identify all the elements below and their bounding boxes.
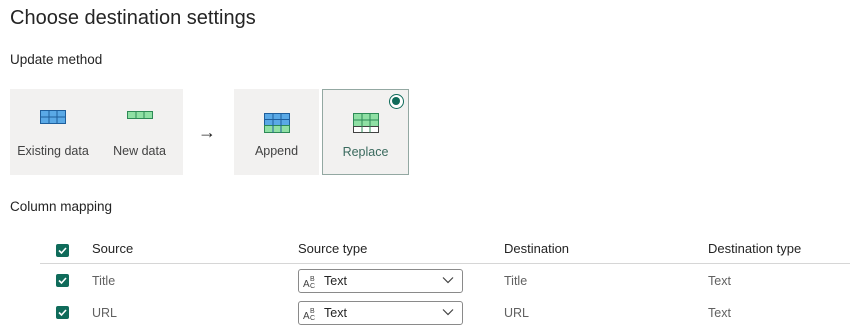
svg-text:B: B xyxy=(310,276,315,283)
replace-label: Replace xyxy=(342,145,389,159)
select-all-checkbox[interactable] xyxy=(56,244,69,257)
text-type-icon: A B C xyxy=(303,308,315,322)
replace-option[interactable]: Replace xyxy=(322,89,409,175)
table-row: URL A B C Text URL Text xyxy=(40,297,850,329)
source-type-select[interactable]: A B C Text xyxy=(298,301,463,325)
new-data-label: New data xyxy=(113,144,166,158)
row-checkbox[interactable] xyxy=(56,306,69,319)
header-source-type: Source type xyxy=(298,241,368,256)
existing-data-grid-icon xyxy=(40,110,66,124)
row-destination-type: Text xyxy=(708,306,731,320)
new-data-grid-icon xyxy=(126,111,153,119)
svg-text:A: A xyxy=(303,311,310,322)
source-type-select[interactable]: A B C Text xyxy=(298,269,463,293)
text-type-icon: A B C xyxy=(303,276,315,290)
row-destination: Title xyxy=(504,274,528,288)
chevron-down-icon xyxy=(442,309,454,316)
header-source: Source xyxy=(92,241,134,256)
table-header: Source Source type Destination Destinati… xyxy=(40,232,850,264)
append-option[interactable]: Append xyxy=(234,89,319,175)
svg-text:B: B xyxy=(310,308,315,315)
append-grid-icon xyxy=(263,113,290,133)
new-data-tile: New data xyxy=(96,89,183,175)
row-checkbox[interactable] xyxy=(56,274,69,287)
svg-text:C: C xyxy=(310,283,315,290)
source-type-value: Text xyxy=(324,306,347,320)
existing-data-tile: Existing data xyxy=(10,89,96,175)
append-label: Append xyxy=(254,144,299,158)
update-method-label: Update method xyxy=(10,52,103,67)
table-row: Title A B C Text Title Text xyxy=(40,265,850,297)
row-destination: URL xyxy=(504,306,530,320)
header-destination: Destination xyxy=(504,241,570,256)
svg-text:C: C xyxy=(310,315,315,322)
source-type-value: Text xyxy=(324,274,347,288)
chevron-down-icon xyxy=(442,277,454,284)
replace-radio-selected[interactable] xyxy=(389,94,404,109)
row-destination-type: Text xyxy=(708,274,731,288)
row-source: Title xyxy=(92,274,116,288)
arrow-right-icon: → xyxy=(198,122,216,142)
source-panel: Existing data New data xyxy=(10,89,183,175)
svg-text:A: A xyxy=(303,279,310,290)
column-mapping-label: Column mapping xyxy=(10,199,113,214)
replace-grid-icon xyxy=(352,113,379,133)
header-destination-type: Destination type xyxy=(708,241,802,256)
row-source: URL xyxy=(92,306,118,320)
page-title: Choose destination settings xyxy=(10,7,256,29)
existing-data-label: Existing data xyxy=(17,144,89,158)
